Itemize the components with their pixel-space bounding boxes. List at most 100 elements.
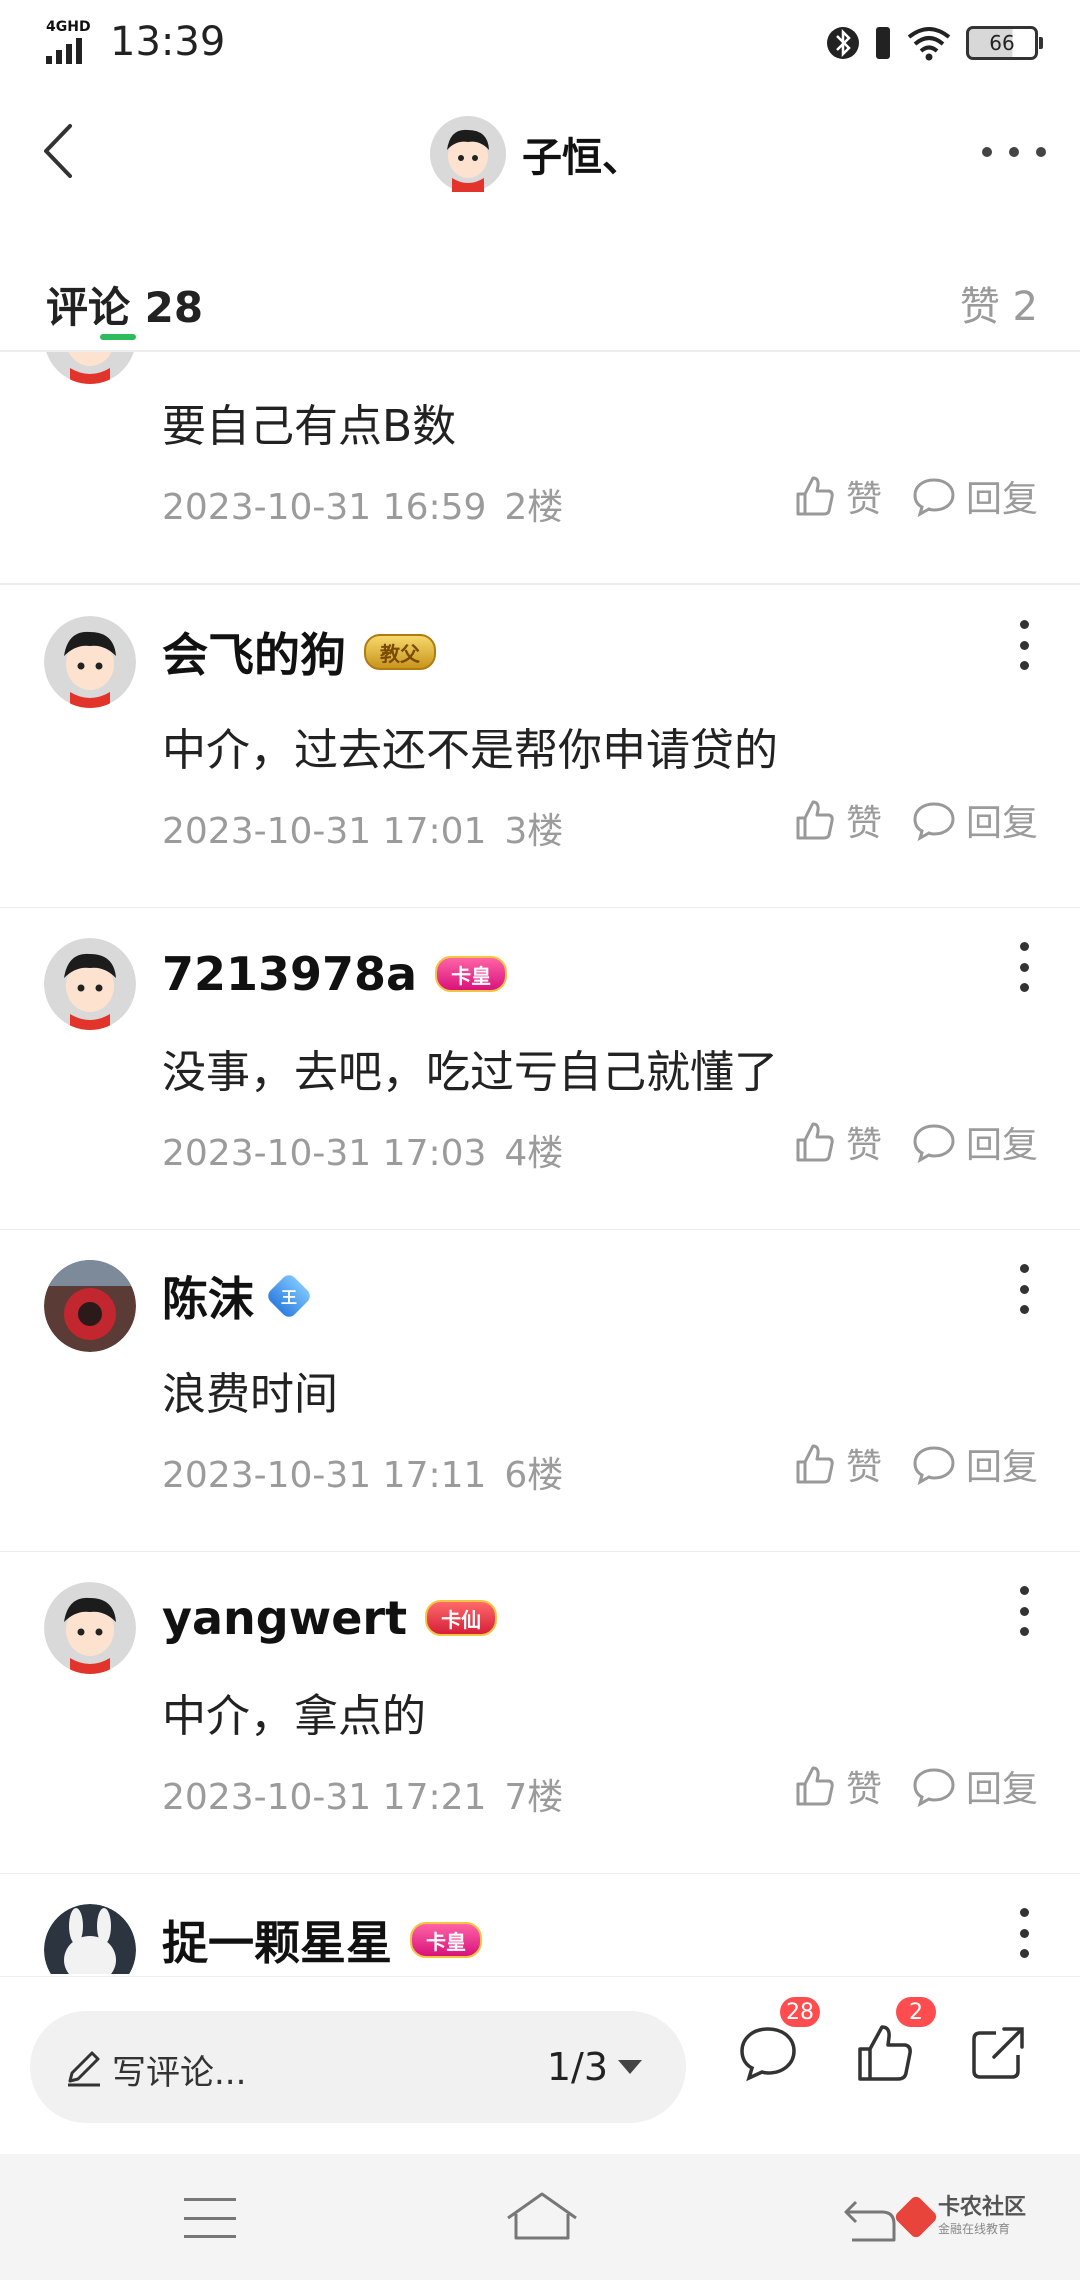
commenter-avatar[interactable] xyxy=(44,938,136,1030)
comment-date: 2023-10-31 17:03 xyxy=(162,1133,487,1174)
like-button[interactable]: 赞 xyxy=(792,470,882,522)
commenter-row: 陈沫 王 xyxy=(162,1263,314,1329)
rank-badge: 教父 xyxy=(364,634,436,670)
status-bar: 4GHD 13:39 66 xyxy=(0,0,1080,86)
comment-text: 中介，过去还不是帮你申请贷的 xyxy=(162,725,778,776)
comment-floor: 7楼 xyxy=(504,1777,564,1818)
thumb-up-icon xyxy=(858,2025,912,2081)
commenter-row: 捉一颗星星 卡皇 xyxy=(162,1908,482,1972)
write-comment-input[interactable]: 写评论... 1/3 xyxy=(30,2011,686,2123)
page-indicator: 1/3 xyxy=(546,2045,608,2089)
like-label: 赞 xyxy=(845,803,882,844)
comment-text: 中介，拿点的 xyxy=(162,1691,426,1742)
reply-button[interactable]: 回复 xyxy=(912,470,1038,522)
reply-button[interactable]: 回复 xyxy=(912,1438,1038,1490)
commenter-avatar[interactable] xyxy=(44,352,136,384)
reply-bubble-icon xyxy=(913,478,955,518)
comment-count-badge: 28 xyxy=(780,1997,820,2027)
share-icon xyxy=(972,2027,1024,2079)
commenter-avatar[interactable] xyxy=(44,616,136,708)
vibrate-icon xyxy=(876,27,890,59)
network-type: 4GHD xyxy=(46,19,91,35)
thumb-up-icon xyxy=(796,1122,834,1162)
back-icon[interactable] xyxy=(24,116,94,186)
reply-button[interactable]: 回复 xyxy=(912,1116,1038,1168)
comment-floor: 3楼 xyxy=(504,811,564,852)
comment-floor: 4楼 xyxy=(504,1133,564,1174)
comment-text: 没事，去吧，吃过亏自己就懂了 xyxy=(162,1047,778,1098)
wifi-icon xyxy=(907,27,951,61)
reply-button[interactable]: 回复 xyxy=(912,1760,1038,1812)
cellular-signal-icon: 4GHD xyxy=(46,20,98,64)
like-label: 赞 xyxy=(845,479,882,520)
battery-icon: 66 xyxy=(966,26,1043,60)
author-avatar[interactable] xyxy=(430,116,506,192)
like-post-button[interactable]: 2 xyxy=(852,1997,936,2085)
back-nav-icon[interactable] xyxy=(842,2194,898,2244)
comment-more-icon[interactable] xyxy=(1014,1908,1034,1958)
comment-bottom-bar: 写评论... 1/3 28 2 xyxy=(0,1976,1080,2155)
commenter-avatar[interactable] xyxy=(44,1582,136,1674)
watermark-title: 卡农社区 xyxy=(938,2195,1027,2220)
rank-badge: 卡仙 xyxy=(425,1600,498,1636)
thumb-up-icon xyxy=(796,1766,834,1806)
home-icon[interactable] xyxy=(502,2188,582,2248)
commenter-avatar[interactable] xyxy=(44,1904,136,1974)
commenter-name[interactable]: yangwert xyxy=(162,1591,407,1645)
comments-button[interactable]: 28 xyxy=(736,1997,820,2085)
pencil-icon xyxy=(68,2051,100,2087)
comment-item: 陈沫 王 浪费时间 2023-10-31 17:11 6楼 赞 回复 xyxy=(0,1230,1080,1553)
comment-more-icon[interactable] xyxy=(1014,1264,1034,1314)
like-button[interactable]: 赞 xyxy=(792,1116,882,1168)
reply-bubble-icon xyxy=(913,802,955,842)
rank-badge: 卡皇 xyxy=(410,1922,482,1958)
thumb-up-icon xyxy=(796,1444,834,1484)
tab-comments[interactable]: 评论 28 xyxy=(46,274,203,335)
page-title: 子恒、 xyxy=(522,135,642,181)
comment-date: 2023-10-31 16:59 xyxy=(162,487,487,528)
comment-date: 2023-10-31 17:21 xyxy=(162,1777,487,1818)
status-left: 4GHD 13:39 xyxy=(46,14,225,70)
like-label: 赞 xyxy=(845,1125,882,1166)
like-button[interactable]: 赞 xyxy=(792,794,882,846)
comment-bubble-icon xyxy=(740,2027,796,2082)
status-right: 66 xyxy=(826,20,1043,66)
comment-meta: 2023-10-31 17:01 3楼 xyxy=(162,802,563,854)
comment-more-icon[interactable] xyxy=(1014,620,1034,670)
commenter-row: 会飞的狗 教父 xyxy=(162,620,436,684)
comment-meta: 2023-10-31 17:11 6楼 xyxy=(162,1446,563,1498)
watermark-logo: 卡农社区 金融在线教育 xyxy=(893,2193,1027,2240)
commenter-name[interactable]: 会飞的狗 xyxy=(162,619,346,685)
like-button[interactable]: 赞 xyxy=(792,1760,882,1812)
top-bar: 子恒、 xyxy=(0,86,1080,222)
reply-bubble-icon xyxy=(913,1446,955,1486)
comment-more-icon[interactable] xyxy=(1014,1586,1034,1636)
post-author[interactable]: 子恒、 xyxy=(430,114,642,194)
comment-text: 要自己有点B数 xyxy=(162,401,457,452)
page-selector[interactable]: 1/3 xyxy=(547,2045,642,2089)
bluetooth-icon xyxy=(827,27,859,59)
comment-date: 2023-10-31 17:11 xyxy=(162,1455,487,1496)
comment-actions: 赞 回复 xyxy=(792,1758,1038,1814)
like-button[interactable]: 赞 xyxy=(792,1438,882,1490)
commenter-avatar[interactable] xyxy=(44,1260,136,1352)
comment-text: 浪费时间 xyxy=(162,1369,338,1420)
commenter-name[interactable]: 陈沫 xyxy=(162,1263,254,1329)
comment-item: 要自己有点B数 2023-10-31 16:59 2楼 赞 回复 xyxy=(0,352,1080,585)
clock: 13:39 xyxy=(110,19,226,65)
comment-placeholder: 写评论... xyxy=(112,2053,247,2093)
comment-more-icon[interactable] xyxy=(1014,942,1034,992)
rank-badge: 王 xyxy=(264,1271,314,1321)
recent-apps-icon[interactable] xyxy=(184,2198,236,2238)
more-options-icon[interactable] xyxy=(982,132,1046,172)
tab-likes[interactable]: 赞 2 xyxy=(960,274,1038,332)
kanong-logo-icon xyxy=(893,2193,939,2240)
commenter-name[interactable]: 捉一颗星星 xyxy=(162,1907,392,1973)
reply-bubble-icon xyxy=(913,1124,955,1164)
comment-list[interactable]: 要自己有点B数 2023-10-31 16:59 2楼 赞 回复 会飞的狗 教父 xyxy=(0,352,1080,1974)
comment-item: 会飞的狗 教父 中介，过去还不是帮你申请贷的 2023-10-31 17:01 3… xyxy=(0,586,1080,909)
share-button[interactable] xyxy=(966,2021,1030,2085)
comment-meta: 2023-10-31 16:59 2楼 xyxy=(162,478,563,530)
reply-button[interactable]: 回复 xyxy=(912,794,1038,846)
commenter-name[interactable]: 7213978a xyxy=(162,947,417,1001)
